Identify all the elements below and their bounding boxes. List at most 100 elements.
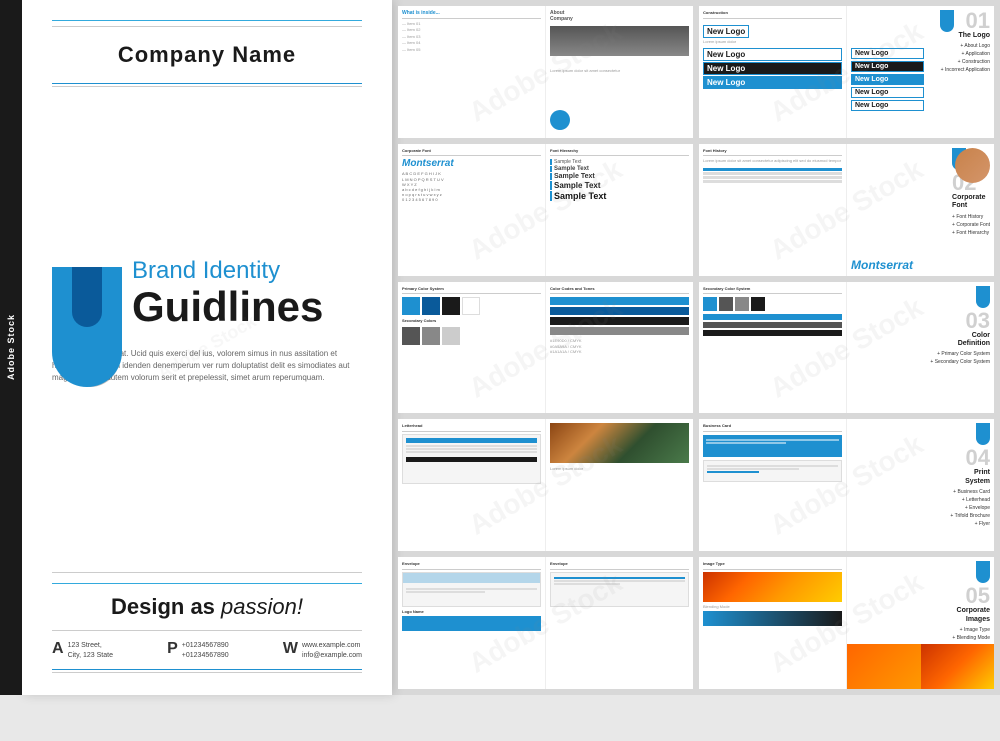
img-orange	[847, 644, 921, 689]
logo-r4: New Logo	[851, 87, 924, 98]
top-line-gray	[52, 26, 362, 27]
section-items-03: Primary Color System Secondary Color Sys…	[930, 350, 990, 366]
bottom-blue-line	[52, 669, 362, 670]
photo-caption: Lorem ipsum dolor	[550, 466, 689, 472]
logo-blue: New Logo	[703, 76, 842, 89]
color-mid-gray	[422, 327, 440, 345]
line	[402, 18, 541, 19]
address-icon: A	[52, 641, 64, 657]
stock-sidebar: Adobe Stock	[0, 0, 22, 695]
montserrat-label: Montserrat	[402, 158, 541, 169]
brand-text: Brand Identity Guidlines	[132, 257, 323, 328]
section-num-03: 03	[930, 310, 990, 332]
web-text: www.example.com info@example.com	[302, 641, 362, 661]
sw1	[703, 297, 717, 311]
spread-right-9: Envelope	[546, 557, 693, 689]
color-black	[442, 297, 460, 315]
lh-line1	[406, 445, 537, 447]
section-num-01: 01	[941, 10, 990, 32]
sec-bars	[703, 314, 842, 336]
line	[550, 569, 689, 570]
what-inside-label: What is inside...	[402, 10, 541, 16]
spread-left-9: Envelope Logo Name	[398, 557, 546, 689]
grid-cell-1-2: Adobe Stock Construction New Logo Lorem …	[699, 6, 994, 138]
spread-right-3: Font Hierarchy Sample Text Sample Text S…	[546, 144, 693, 276]
grid-cell-3-1: Adobe Stock Primary Color System Seconda…	[398, 282, 693, 414]
line	[550, 155, 689, 156]
color-bar-black	[550, 317, 689, 325]
font-chars: A B C D E F G H I J K L M N O P Q R S T …	[402, 171, 541, 202]
primary-color-label: Primary Color System	[402, 286, 541, 292]
blending-label: Blending Mode	[703, 604, 842, 610]
spread-4: Font History Lorem ipsum dolor sit amet …	[699, 144, 994, 276]
section-05-area: 05 CorporateImages Image Type Blending M…	[952, 561, 990, 642]
line	[402, 569, 541, 570]
construction-label: Construction	[703, 10, 842, 16]
stock-brand-label: Adobe Stock	[6, 314, 16, 380]
phone-icon: P	[167, 641, 178, 657]
bc-line2	[706, 442, 786, 444]
about-text: Lorem ipsum dolor sit amet consectetur	[550, 68, 689, 74]
address-text: 123 Street, City, 123 State	[68, 641, 113, 661]
color-bar-gray	[550, 327, 689, 335]
lh-header	[406, 438, 537, 443]
mini-shield-03	[976, 286, 990, 308]
spread-9: Envelope Logo Name Envelope	[398, 557, 693, 689]
img-row	[847, 644, 994, 689]
tagline-passion: passion!	[221, 594, 303, 619]
font-bar-1	[703, 168, 842, 171]
spread-right-8: 04 PrintSystem Business Card Letterhead …	[847, 419, 994, 551]
web-icon: W	[283, 641, 298, 657]
logo-variants: New Logo New Logo New Logo	[703, 48, 842, 89]
tagline: Design as passion!	[52, 594, 362, 620]
section-items-01: About Logo Application Construction Inco…	[941, 42, 990, 74]
spread-3: Corporate Font Montserrat A B C D E F G …	[398, 144, 693, 276]
section-title-05: CorporateImages	[952, 607, 990, 624]
separator-gray	[52, 572, 362, 573]
section-items-02: Font History Corporate Font Font Hierarc…	[952, 213, 990, 237]
line	[703, 18, 842, 19]
color-bar-dark	[550, 307, 689, 315]
lh-footer	[406, 457, 537, 462]
img-fire	[921, 644, 995, 689]
logo-shape	[52, 267, 142, 397]
env-line2	[406, 591, 485, 593]
footer-address: A 123 Street, City, 123 State	[52, 641, 113, 661]
spread-right-5: Color Codes and Tones #1E90D0 / CMYK #0A…	[546, 282, 693, 414]
line	[703, 155, 842, 156]
mountain-img	[550, 423, 689, 463]
spread-left-1: What is inside... — Item 01 — Item 02 — …	[398, 6, 546, 138]
cover-footer: A 123 Street, City, 123 State P +0123456…	[52, 641, 362, 661]
fire-img	[703, 572, 842, 602]
section-num-05: 05	[952, 585, 990, 607]
color-dark-blue	[422, 297, 440, 315]
section-title-02: CorporateFont	[952, 194, 990, 211]
line	[703, 431, 842, 432]
section-title-01: The Logo	[941, 32, 990, 40]
color-swatches	[402, 297, 541, 315]
logo-white: New Logo	[703, 48, 842, 61]
spread-right-7: Lorem ipsum dolor	[546, 419, 693, 551]
sw2	[719, 297, 733, 311]
fire-img-placeholder	[703, 572, 842, 602]
spread-left-7: Letterhead	[398, 419, 546, 551]
phone-text: +01234567890 +01234567890	[182, 641, 229, 661]
spread-left-5: Primary Color System Secondary Colors	[398, 282, 546, 414]
logo-name-label: Logo Name	[402, 609, 541, 615]
spread-right-1: AboutCompany Lorem ipsum dolor sit amet …	[546, 6, 693, 138]
letterhead-mock	[402, 434, 541, 484]
spread-right-10: 05 CorporateImages Image Type Blending M…	[847, 557, 994, 689]
font-bar-2	[703, 172, 842, 175]
spread-5: Primary Color System Secondary Colors Co…	[398, 282, 693, 414]
bc-line3	[707, 465, 838, 467]
section-04-area: 04 PrintSystem Business Card Letterhead …	[950, 423, 990, 528]
color-bar-blue	[550, 297, 689, 305]
logo-dark: New Logo	[703, 62, 842, 75]
envelope2-mock	[550, 572, 689, 607]
footer-web: W www.example.com info@example.com	[283, 641, 362, 661]
shape-blue	[52, 267, 122, 387]
spread-2: Construction New Logo Lorem ipsum dolor …	[699, 6, 994, 138]
tagline-design: Design as	[111, 594, 221, 619]
grid-cell-2-1: Adobe Stock Corporate Font Montserrat A …	[398, 144, 693, 276]
secondary-color-label: Secondary Colors	[402, 318, 541, 324]
